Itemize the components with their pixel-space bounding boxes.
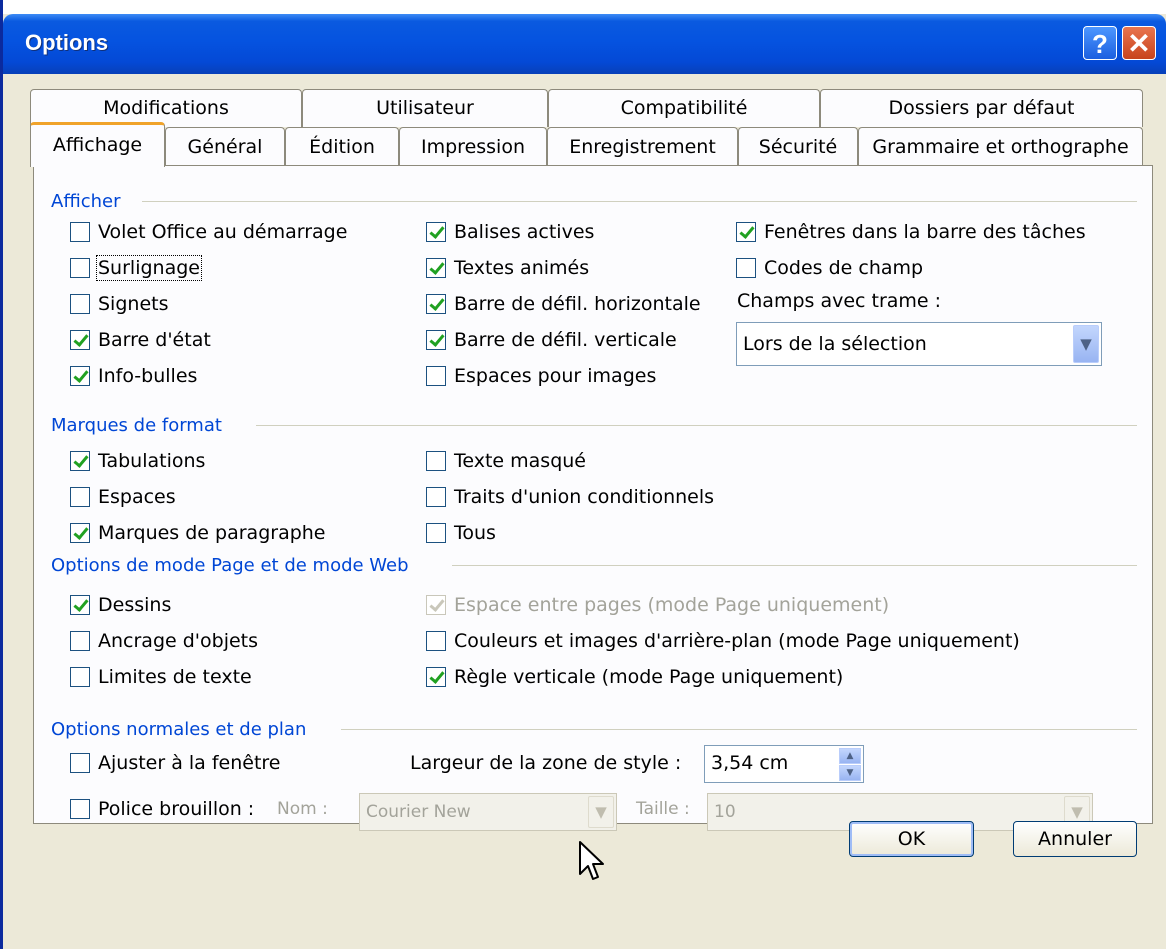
tab-grammaire-orthographe[interactable]: Grammaire et orthographe <box>858 127 1143 166</box>
checkbox-textes-animes[interactable]: Textes animés <box>426 254 589 282</box>
checkbox-defil-verticale[interactable]: Barre de défil. verticale <box>426 326 677 354</box>
tab-edition[interactable]: Édition <box>285 127 399 166</box>
tab-general[interactable]: Général <box>165 127 285 166</box>
checkmark-icon <box>736 222 756 242</box>
spin-up-icon[interactable]: ▲ <box>839 748 861 764</box>
checkmark-icon <box>70 451 90 471</box>
checkmark-icon <box>426 595 446 615</box>
options-dialog: Options ? ✕ Modifications Utilisateur Co… <box>3 14 1166 949</box>
checkbox-dessins[interactable]: Dessins <box>70 591 171 619</box>
tab-panel: Afficher Volet Office au démarrage Surli… <box>33 165 1153 831</box>
spin-down-icon[interactable]: ▼ <box>839 765 861 781</box>
checkbox-signets[interactable]: Signets <box>70 290 168 318</box>
checkbox-codes-champ[interactable]: Codes de champ <box>736 254 923 282</box>
checkmark-icon <box>426 294 446 314</box>
checkbox-icon <box>70 222 90 242</box>
checkbox-icon <box>70 753 90 773</box>
close-icon: ✕ <box>1127 28 1151 59</box>
cancel-button[interactable]: Annuler <box>1013 821 1137 857</box>
checkmark-icon <box>70 595 90 615</box>
checkbox-icon <box>70 799 90 819</box>
checkbox-traits-union[interactable]: Traits d'union conditionnels <box>426 483 714 511</box>
checkbox-tabulations[interactable]: Tabulations <box>70 447 205 475</box>
tab-utilisateur[interactable]: Utilisateur <box>302 89 548 127</box>
checkbox-info-bulles[interactable]: Info-bulles <box>70 362 197 390</box>
checkbox-espace-entre-pages: Espace entre pages (mode Page uniquement… <box>426 591 889 619</box>
dialog-title: Options <box>25 30 109 55</box>
checkbox-fenetres-barre-taches[interactable]: Fenêtres dans la barre des tâches <box>736 218 1086 246</box>
checkbox-icon <box>70 294 90 314</box>
checkbox-marques-paragraphe[interactable]: Marques de paragraphe <box>70 519 326 547</box>
ok-button[interactable]: OK <box>849 821 974 857</box>
question-icon: ? <box>1092 29 1108 59</box>
checkbox-regle-verticale[interactable]: Règle verticale (mode Page uniquement) <box>426 663 843 691</box>
checkbox-icon <box>70 258 90 278</box>
field-shading-label: Champs avec trame : <box>737 290 942 312</box>
chevron-down-icon: ▼ <box>588 796 614 828</box>
checkbox-icon <box>736 258 756 278</box>
font-size-label: Taille : <box>636 799 690 819</box>
checkbox-defil-horizontale[interactable]: Barre de défil. horizontale <box>426 290 701 318</box>
checkmark-icon <box>70 523 90 543</box>
divider <box>341 729 1137 730</box>
close-button[interactable]: ✕ <box>1122 26 1156 60</box>
mouse-pointer-icon <box>579 841 604 880</box>
style-width-label: Largeur de la zone de style : <box>410 752 682 774</box>
checkmark-icon <box>70 366 90 386</box>
checkbox-icon <box>426 631 446 651</box>
tab-enregistrement[interactable]: Enregistrement <box>547 127 738 166</box>
checkbox-espaces[interactable]: Espaces <box>70 483 176 511</box>
checkbox-ajuster-fenetre[interactable]: Ajuster à la fenêtre <box>70 749 281 777</box>
divider <box>256 425 1137 426</box>
tab-affichage[interactable]: Affichage <box>30 122 165 167</box>
group-mode-page-title: Options de mode Page et de mode Web <box>51 555 409 576</box>
checkbox-espaces-images[interactable]: Espaces pour images <box>426 362 656 390</box>
checkbox-tous[interactable]: Tous <box>426 519 496 547</box>
checkbox-icon <box>70 631 90 651</box>
checkbox-icon <box>426 366 446 386</box>
tab-dossiers-par-defaut[interactable]: Dossiers par défaut <box>820 89 1143 127</box>
checkbox-icon <box>426 487 446 507</box>
checkbox-icon <box>70 667 90 687</box>
checkmark-icon <box>426 258 446 278</box>
checkbox-icon <box>70 487 90 507</box>
checkmark-icon <box>426 222 446 242</box>
divider <box>452 565 1137 566</box>
checkbox-icon <box>426 451 446 471</box>
tab-securite[interactable]: Sécurité <box>738 127 858 166</box>
style-width-spinner[interactable]: 3,54 cm ▲ ▼ <box>704 745 864 783</box>
group-marques-title: Marques de format <box>51 415 222 436</box>
checkbox-ancrage-objets[interactable]: Ancrage d'objets <box>70 627 258 655</box>
checkbox-volet-office[interactable]: Volet Office au démarrage <box>70 218 347 246</box>
chevron-down-icon[interactable]: ▼ <box>1073 325 1099 363</box>
checkmark-icon <box>426 667 446 687</box>
group-afficher-title: Afficher <box>51 191 121 212</box>
checkbox-couleurs-arriere-plan[interactable]: Couleurs et images d'arrière-plan (mode … <box>426 627 1020 655</box>
checkbox-barre-etat[interactable]: Barre d'état <box>70 326 211 354</box>
divider <box>142 201 1137 202</box>
checkmark-icon <box>70 330 90 350</box>
font-name-select: Courier New ▼ <box>359 793 617 831</box>
tab-compatibilite[interactable]: Compatibilité <box>548 89 820 127</box>
checkmark-icon <box>426 330 446 350</box>
checkbox-texte-masque[interactable]: Texte masqué <box>426 447 586 475</box>
checkbox-balises-actives[interactable]: Balises actives <box>426 218 594 246</box>
checkbox-limites-texte[interactable]: Limites de texte <box>70 663 252 691</box>
checkbox-surlignage[interactable]: Surlignage <box>70 254 202 282</box>
font-name-label: Nom : <box>277 799 328 819</box>
field-shading-select[interactable]: Lors de la sélection ▼ <box>736 322 1102 366</box>
checkbox-icon <box>426 523 446 543</box>
tab-impression[interactable]: Impression <box>399 127 547 166</box>
group-normal-title: Options normales et de plan <box>51 719 307 740</box>
title-bar[interactable]: Options ? ✕ <box>3 14 1166 74</box>
checkbox-police-brouillon[interactable]: Police brouillon : <box>70 795 254 823</box>
help-button[interactable]: ? <box>1083 26 1117 60</box>
